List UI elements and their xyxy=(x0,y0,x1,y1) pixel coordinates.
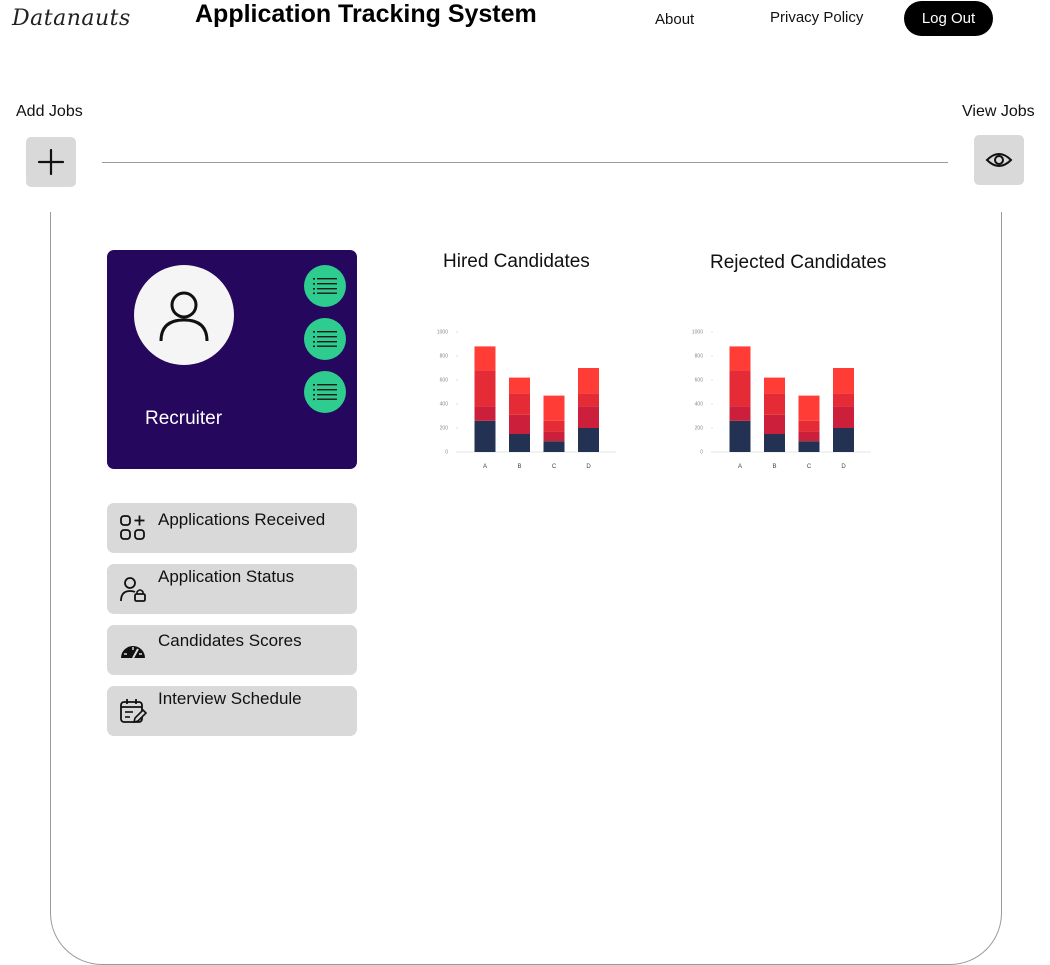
bar-segment xyxy=(509,393,530,415)
apps-add-icon xyxy=(118,513,148,543)
bar-segment xyxy=(833,368,854,394)
y-tick-label: 800 xyxy=(695,354,704,360)
bar-segment xyxy=(798,431,820,442)
bar-segment xyxy=(764,434,785,452)
x-tick-label: B xyxy=(517,464,521,470)
x-tick-label: A xyxy=(738,464,742,470)
x-tick-label: C xyxy=(552,464,557,470)
bar-segment xyxy=(543,431,565,442)
bar-segment xyxy=(474,346,496,371)
y-tick-label: 0 xyxy=(700,450,703,456)
view-jobs-button[interactable] xyxy=(974,135,1024,185)
calendar-edit-icon xyxy=(118,696,148,726)
y-tick-label: 0 xyxy=(445,450,448,456)
bar-segment xyxy=(474,406,496,421)
x-tick-label: B xyxy=(772,464,776,470)
menu-label: Interview Schedule xyxy=(158,689,302,708)
x-tick-label: D xyxy=(586,464,591,470)
menu-applications-received[interactable]: Applications Received xyxy=(107,503,357,553)
y-tick-label: 600 xyxy=(440,378,449,384)
nav-privacy-link[interactable]: Privacy Policy xyxy=(770,9,863,26)
bar-segment xyxy=(543,420,565,432)
bar-segment xyxy=(543,395,565,421)
divider xyxy=(102,162,948,163)
role-label: Recruiter xyxy=(145,408,223,429)
bar-segment xyxy=(833,428,854,452)
bar-segment xyxy=(474,420,496,452)
add-jobs-label: Add Jobs xyxy=(16,103,83,120)
list-button-3[interactable] xyxy=(304,371,346,413)
menu-label: Applications Received xyxy=(158,510,326,529)
menu-interview-schedule[interactable]: Interview Schedule xyxy=(107,686,357,736)
x-tick-label: A xyxy=(483,464,487,470)
list-button-1[interactable] xyxy=(304,265,346,307)
y-tick-label: 200 xyxy=(695,426,704,432)
user-icon xyxy=(159,291,209,342)
nav-about-link[interactable]: About xyxy=(655,11,694,28)
x-tick-label: D xyxy=(841,464,846,470)
y-tick-label: 600 xyxy=(695,378,704,384)
bar-segment xyxy=(578,393,599,407)
bar-segment xyxy=(578,428,599,452)
bar-segment xyxy=(764,377,785,394)
bar-segment xyxy=(509,377,530,394)
bar-segment xyxy=(729,370,751,407)
bar-segment xyxy=(578,406,599,428)
bar-segment xyxy=(798,420,820,432)
rejected-candidates-chart: 0 200 400 600 800 1000 A B C D xyxy=(692,330,871,470)
eye-icon xyxy=(985,153,1013,167)
bar-segment xyxy=(509,434,530,452)
bar-segment xyxy=(798,441,820,452)
bar-segment xyxy=(764,393,785,415)
bar-segment xyxy=(729,406,751,421)
list-icon xyxy=(313,331,337,348)
y-tick-label: 400 xyxy=(440,402,449,408)
bar-segment xyxy=(764,414,785,434)
bar-segment xyxy=(729,346,751,371)
add-jobs-button[interactable] xyxy=(26,137,76,187)
logo: Datanauts xyxy=(12,6,131,31)
bar-segment xyxy=(578,368,599,394)
menu-label: Candidates Scores xyxy=(158,631,302,650)
avatar xyxy=(134,265,234,365)
bar-segment xyxy=(543,441,565,452)
bar-segment xyxy=(509,414,530,434)
rejected-chart-title: Rejected Candidates xyxy=(710,252,887,273)
y-tick-label: 1000 xyxy=(692,330,703,336)
menu-candidates-scores[interactable]: Candidates Scores xyxy=(107,625,357,675)
bar-segment xyxy=(833,406,854,428)
bar-segment xyxy=(474,370,496,407)
gauge-icon xyxy=(118,635,148,665)
menu-application-status[interactable]: Application Status xyxy=(107,564,357,614)
y-tick-label: 200 xyxy=(440,426,449,432)
user-lock-icon xyxy=(118,574,148,604)
y-tick-label: 800 xyxy=(440,354,449,360)
menu-label: Application Status xyxy=(158,567,295,586)
x-tick-label: C xyxy=(807,464,812,470)
bar-segment xyxy=(729,420,751,452)
logout-button[interactable]: Log Out xyxy=(904,1,993,36)
bar-segment xyxy=(798,395,820,421)
bar-segment xyxy=(833,393,854,407)
view-jobs-label: View Jobs xyxy=(962,103,1035,120)
list-icon xyxy=(313,384,337,401)
y-tick-label: 400 xyxy=(695,402,704,408)
hired-chart-title: Hired Candidates xyxy=(443,251,590,272)
y-tick-label: 1000 xyxy=(437,330,448,336)
profile-card: Recruiter xyxy=(107,250,357,469)
list-icon xyxy=(313,278,337,295)
list-button-2[interactable] xyxy=(304,318,346,360)
page-title: Application Tracking System xyxy=(195,0,537,28)
plus-icon xyxy=(37,148,65,176)
hired-candidates-chart: 0 200 400 600 800 1000 A B C D xyxy=(437,330,616,470)
